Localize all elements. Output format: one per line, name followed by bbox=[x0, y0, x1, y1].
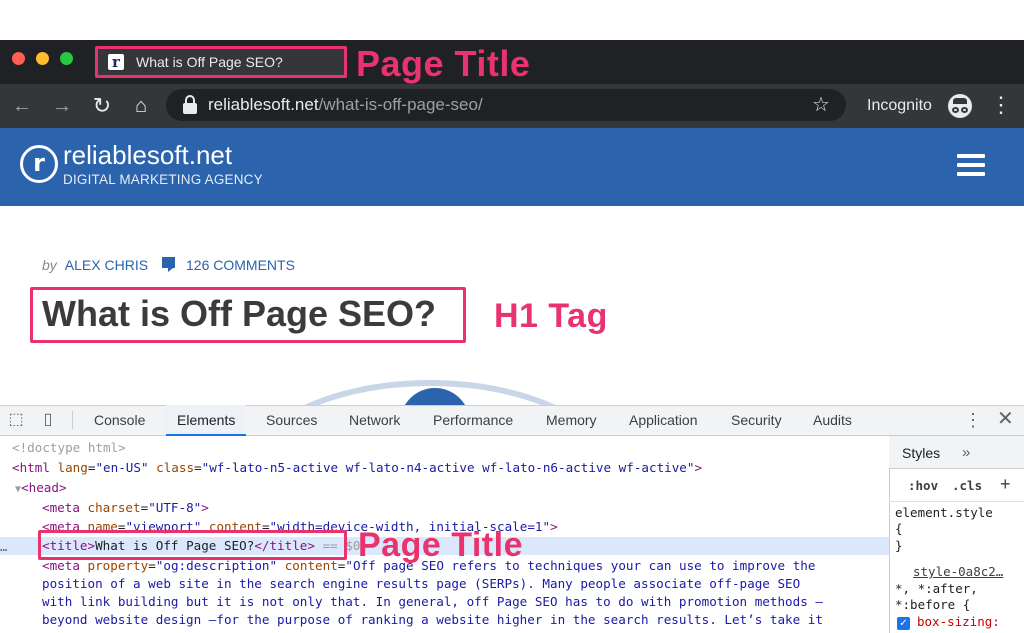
back-arrow-icon[interactable]: ← bbox=[8, 92, 36, 120]
box-sizing-property[interactable]: box-sizing: bbox=[917, 614, 1000, 630]
element-style-selector: element.style bbox=[895, 505, 993, 520]
title-tag-highlight-box bbox=[38, 530, 347, 560]
maximize-window-button[interactable] bbox=[60, 52, 73, 65]
tab-memory[interactable]: Memory bbox=[537, 405, 606, 436]
html-class-attr: class bbox=[156, 460, 195, 475]
meta-content-line-4: beyond website design –for the purpose o… bbox=[42, 612, 823, 627]
tab-sources[interactable]: Sources bbox=[257, 405, 326, 436]
dom-node-meta-charset[interactable]: <meta charset="UTF-8"> bbox=[42, 499, 931, 517]
comments-link[interactable]: 126 COMMENTS bbox=[186, 256, 295, 274]
url-path: /what-is-off-page-seo/ bbox=[318, 95, 483, 114]
tab-elements[interactable]: Elements bbox=[166, 405, 247, 436]
site-favicon-icon: r bbox=[108, 54, 124, 70]
site-tagline: DIGITAL MARKETING AGENCY bbox=[63, 172, 263, 187]
incognito-icon[interactable] bbox=[948, 94, 972, 118]
tab-styles[interactable]: Styles bbox=[902, 443, 940, 463]
element-style-brace-open[interactable]: { bbox=[895, 521, 903, 537]
more-tabs-chevron-icon[interactable]: » bbox=[962, 443, 970, 463]
meta-close-bracket: > bbox=[201, 500, 209, 515]
device-toolbar-icon[interactable]: ▯ bbox=[38, 410, 58, 430]
annotation-h1-tag: H1 Tag bbox=[494, 297, 608, 335]
meta-content-line-3: with link building but it is not only th… bbox=[42, 594, 823, 609]
tab-title: What is Off Page SEO? bbox=[136, 54, 283, 70]
tab-performance[interactable]: Performance bbox=[424, 405, 522, 436]
byline: by ALEX CHRIS bbox=[42, 256, 148, 274]
byline-by: by bbox=[42, 257, 57, 273]
more-vert-icon[interactable]: ⋮ bbox=[990, 92, 1012, 118]
close-window-button[interactable] bbox=[12, 52, 25, 65]
html-class-val: "wf-lato-n5-active wf-lato-n4-active wf-… bbox=[201, 460, 695, 475]
class-toggle[interactable]: .cls bbox=[952, 478, 982, 493]
incognito-label: Incognito bbox=[867, 97, 932, 114]
hover-state-toggle[interactable]: :hov bbox=[908, 478, 938, 493]
meta-content-wrap-2: position of a web site in the search eng… bbox=[42, 575, 931, 593]
meta-close-bracket: > bbox=[550, 519, 558, 534]
dom-node-head[interactable]: ▼<head> bbox=[15, 479, 904, 497]
site-logo-name[interactable]: reliablesoft.net bbox=[63, 140, 232, 170]
stylesheet-source-link[interactable]: style-0a8c2… bbox=[913, 564, 1024, 580]
dom-node-html[interactable]: <html lang="en-US" class="wf-lato-n5-act… bbox=[12, 459, 901, 477]
top-margin bbox=[0, 0, 1024, 40]
meta-tag: <meta bbox=[42, 500, 80, 515]
home-icon[interactable]: ⌂ bbox=[127, 92, 155, 120]
lock-icon[interactable] bbox=[183, 95, 197, 115]
html-close-bracket: > bbox=[694, 460, 703, 475]
meta-content-line-2: position of a web site in the search eng… bbox=[42, 576, 801, 591]
reload-icon[interactable]: ↻ bbox=[88, 92, 116, 120]
tab-audits[interactable]: Audits bbox=[804, 405, 861, 436]
meta-content-attr: content bbox=[284, 558, 338, 573]
inspect-element-icon[interactable]: ⬚ bbox=[6, 410, 26, 430]
meta-content-wrap-3: with link building but it is not only th… bbox=[42, 593, 931, 611]
meta-property-attr: property bbox=[87, 558, 149, 573]
tab-console[interactable]: Console bbox=[84, 405, 155, 436]
star-icon[interactable]: ☆ bbox=[812, 92, 830, 118]
forward-arrow-icon[interactable]: → bbox=[48, 92, 76, 120]
universal-selector-line-1: *, *:after, bbox=[895, 581, 978, 596]
url-host: reliablesoft.net bbox=[208, 95, 319, 114]
html-lang-attr: lang bbox=[57, 460, 88, 475]
devtools-separator bbox=[72, 411, 73, 429]
devtools-close-icon[interactable]: ✕ bbox=[997, 407, 1014, 431]
site-logo-icon[interactable]: r bbox=[20, 145, 58, 183]
doctype-text: <!doctype html> bbox=[12, 440, 126, 455]
element-style-brace-close: } bbox=[895, 538, 903, 553]
tab-application[interactable]: Application bbox=[620, 405, 707, 436]
add-rule-plus-icon[interactable]: + bbox=[1000, 474, 1011, 495]
url-text[interactable]: reliablesoft.net/what-is-off-page-seo/ bbox=[208, 94, 483, 116]
html-tag: <html bbox=[12, 460, 50, 475]
browser-tab[interactable]: r What is Off Page SEO? bbox=[95, 46, 347, 78]
meta-property-val: "og:description" bbox=[155, 558, 278, 573]
html-lang-val: "en-US" bbox=[95, 460, 149, 475]
annotation-page-title-tab: Page Title bbox=[356, 43, 531, 84]
devtools-menu-icon[interactable]: ⋮ bbox=[964, 408, 982, 432]
head-tag: <head> bbox=[21, 480, 67, 495]
meta-tag: <meta bbox=[42, 558, 80, 573]
hero-image bbox=[200, 360, 660, 408]
tab-network[interactable]: Network bbox=[340, 405, 409, 436]
comment-icon bbox=[162, 257, 175, 272]
property-checkbox[interactable]: ✓ bbox=[897, 617, 910, 630]
annotation-page-title-element: Page Title bbox=[358, 526, 523, 564]
tab-security[interactable]: Security bbox=[722, 405, 791, 436]
minimize-window-button[interactable] bbox=[36, 52, 49, 65]
author-link[interactable]: ALEX CHRIS bbox=[65, 257, 148, 273]
dom-node-doctype[interactable]: <!doctype html> bbox=[12, 439, 901, 457]
meta-charset-attr: charset bbox=[87, 500, 141, 515]
universal-selector-line-2: *:before { bbox=[895, 597, 971, 612]
node-actions-ellipsis[interactable]: … bbox=[0, 540, 7, 554]
hamburger-menu-icon[interactable] bbox=[957, 154, 985, 176]
h1-highlight-box bbox=[30, 287, 466, 343]
meta-content-wrap-4: beyond website design –for the purpose o… bbox=[42, 611, 931, 629]
meta-charset-val: "UTF-8" bbox=[148, 500, 202, 515]
